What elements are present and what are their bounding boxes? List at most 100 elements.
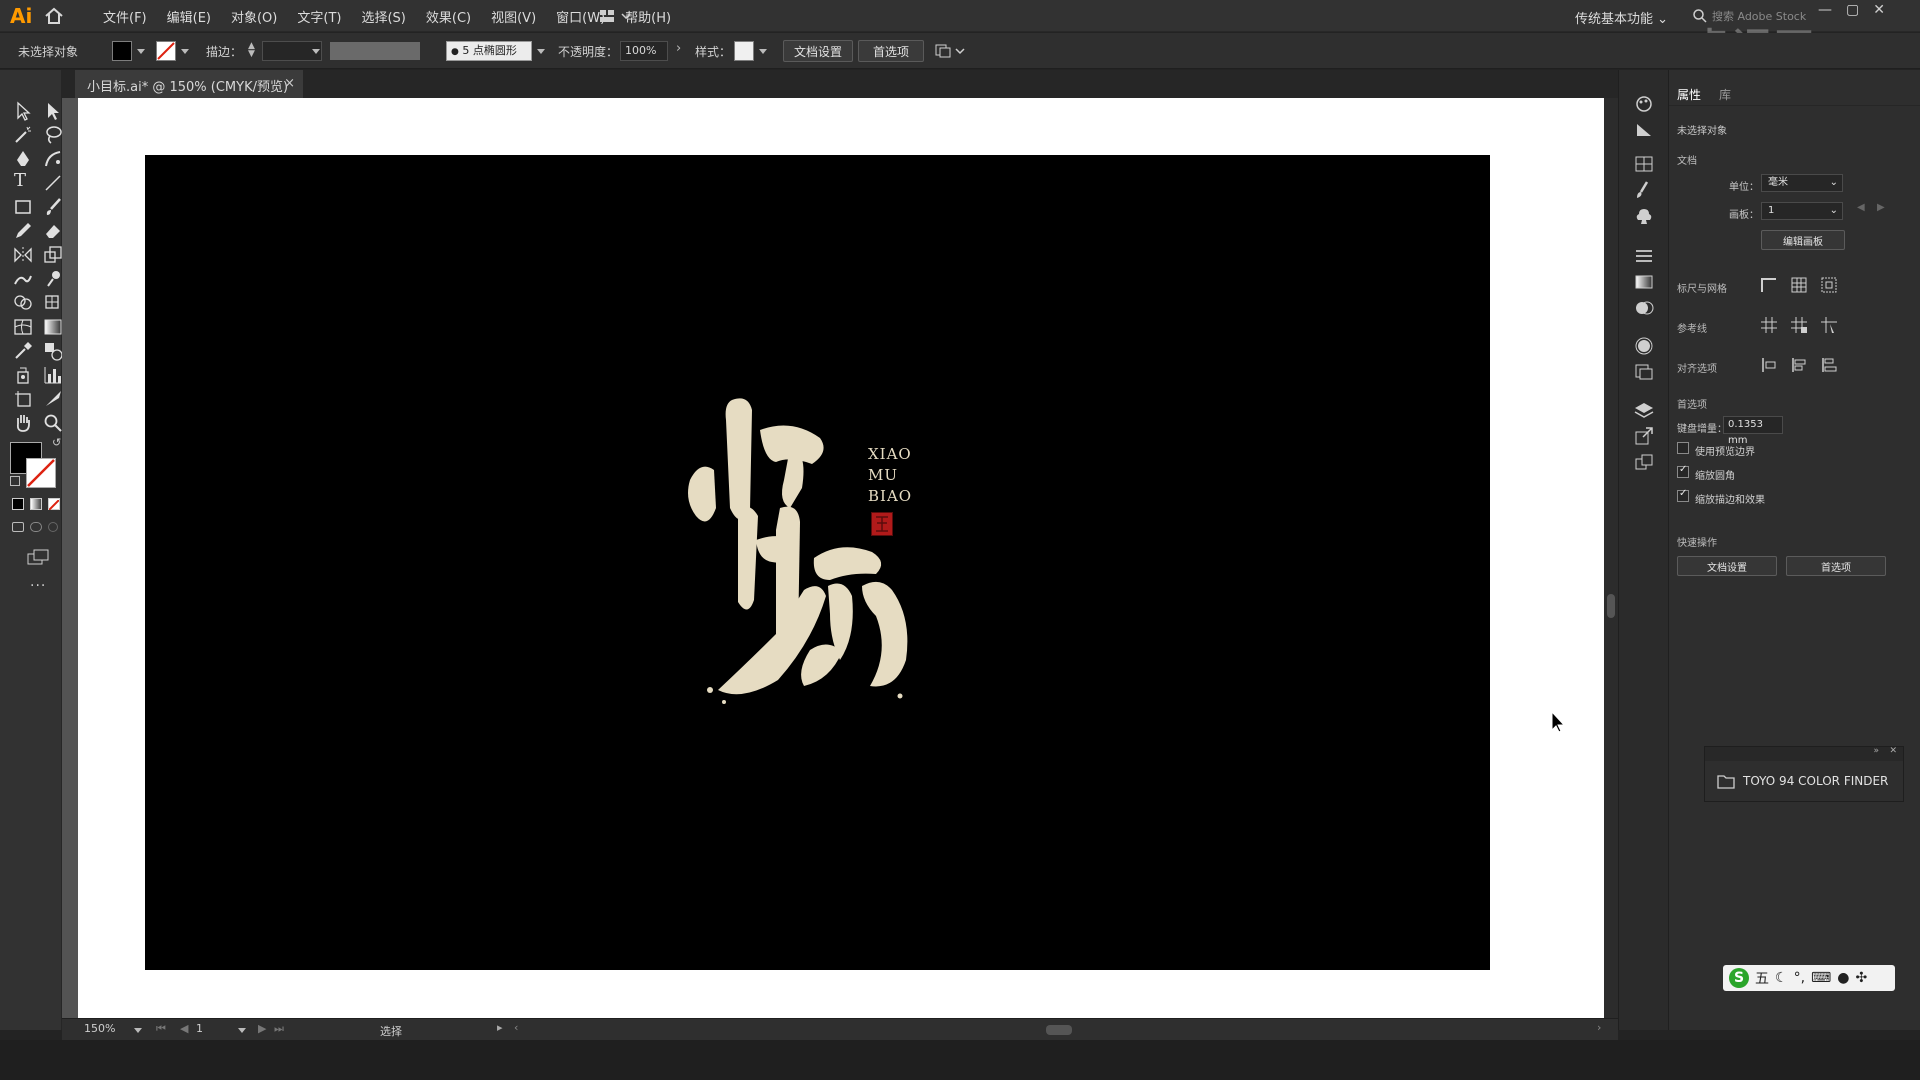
document-setup-button[interactable]: 文档设置 (783, 40, 853, 62)
stroke-color-box[interactable] (26, 458, 56, 488)
arrange-documents-icon[interactable] (598, 8, 634, 24)
scale-strokes-effects-checkbox[interactable] (1677, 488, 1689, 502)
draw-inside-icon[interactable] (48, 522, 58, 532)
floating-panel-header[interactable]: » ✕ (1705, 746, 1903, 761)
collapse-panel-icon[interactable]: » (1873, 746, 1879, 756)
paintbrush-tool-icon[interactable] (42, 196, 64, 218)
punctuation-icon[interactable]: °, (1794, 970, 1805, 986)
maximize-button[interactable]: ▢ (1846, 2, 1859, 18)
menu-file[interactable]: 文件(F) (93, 7, 157, 26)
rulers-icon[interactable] (1759, 276, 1779, 294)
edit-artboards-button[interactable]: 编辑画板 (1761, 230, 1845, 250)
grid-icon[interactable] (1789, 276, 1809, 294)
direct-selection-tool-icon[interactable] (42, 100, 64, 122)
vertical-scrollbar[interactable] (1604, 98, 1618, 1018)
stroke-swatch[interactable] (156, 41, 176, 61)
menu-view[interactable]: 视图(V) (481, 7, 546, 26)
current-tool-status[interactable]: 选择 (380, 1023, 402, 1039)
close-tab-icon[interactable]: × (284, 76, 295, 91)
symbol-sprayer-tool-icon[interactable] (12, 364, 34, 386)
type-tool-icon[interactable]: T (14, 170, 36, 192)
align-left-icon[interactable] (1789, 356, 1809, 374)
edit-toolbar-icon[interactable]: ··· (30, 578, 46, 594)
color-guide-icon[interactable] (1633, 120, 1655, 140)
eyedropper-tool-icon[interactable] (12, 340, 34, 362)
color-panel-icon[interactable] (1633, 94, 1655, 114)
arrange-icon[interactable] (934, 43, 968, 59)
mesh-tool-icon[interactable] (12, 316, 34, 338)
transparency-grid-icon[interactable] (1819, 276, 1839, 294)
close-window-button[interactable]: ✕ (1873, 2, 1885, 18)
curvature-tool-icon[interactable] (42, 148, 64, 170)
quick-document-setup-button[interactable]: 文档设置 (1677, 556, 1777, 576)
graphic-styles-icon[interactable] (1633, 362, 1655, 382)
quick-preferences-button[interactable]: 首选项 (1786, 556, 1886, 576)
smart-guides-icon[interactable] (1819, 316, 1839, 334)
eraser-tool-icon[interactable] (42, 220, 64, 242)
previous-artboard-button[interactable]: ◀ (180, 1022, 188, 1035)
reflect-tool-icon[interactable] (12, 244, 34, 266)
menu-edit[interactable]: 编辑(E) (157, 7, 221, 26)
last-artboard-button[interactable]: ⏭ (274, 1022, 284, 1036)
menu-object[interactable]: 对象(O) (221, 7, 287, 26)
workspace-switcher[interactable]: 传统基本功能 ⌄ (1575, 8, 1668, 27)
artboard-number[interactable]: 1 (196, 1022, 203, 1035)
screen-mode-icon[interactable] (26, 548, 50, 566)
color-finder-label[interactable]: TOYO 94 COLOR FINDER (1743, 774, 1888, 788)
gradient-mode-icon[interactable] (30, 498, 42, 510)
hand-tool-icon[interactable] (12, 412, 34, 434)
use-preview-bounds-checkbox[interactable] (1677, 442, 1689, 454)
blend-tool-icon[interactable] (42, 340, 64, 362)
selection-tool-icon[interactable] (12, 100, 34, 122)
scale-corners-checkbox[interactable] (1677, 464, 1689, 478)
draw-normal-icon[interactable] (12, 522, 24, 532)
chevron-down-icon[interactable] (181, 49, 189, 54)
stroke-panel-icon[interactable] (1633, 246, 1655, 266)
chevron-down-icon[interactable] (759, 49, 767, 54)
preferences-button[interactable]: 首选项 (858, 40, 924, 62)
puppet-warp-tool-icon[interactable] (42, 268, 64, 290)
input-method-bar[interactable]: S 五 ☾ °, ⌨ ● ✣ (1723, 965, 1895, 991)
vertical-scroll-thumb[interactable] (1607, 594, 1615, 618)
column-graph-tool-icon[interactable] (42, 364, 64, 386)
symbols-icon[interactable] (1633, 206, 1655, 226)
tab-libraries[interactable]: 库 (1719, 86, 1731, 103)
black-background-rectangle[interactable]: XIAO MU BIAO (145, 155, 1490, 970)
align-to-pixel-icon[interactable] (1759, 356, 1779, 374)
layers-icon[interactable] (1633, 400, 1655, 420)
next-artboard-button[interactable]: ▶ (258, 1022, 266, 1035)
keyboard-icon[interactable]: ⌨ (1811, 970, 1831, 986)
artboard-tool-icon[interactable] (12, 388, 34, 410)
pencil-tool-icon[interactable] (12, 220, 34, 242)
chevron-down-icon[interactable] (238, 1028, 246, 1033)
rectangle-tool-icon[interactable] (12, 196, 34, 218)
shape-builder-tool-icon[interactable] (12, 292, 34, 314)
stroke-stepper[interactable]: ▲ ▼ (248, 42, 258, 60)
distribute-icon[interactable] (1819, 356, 1839, 374)
keyboard-increment-input[interactable]: 0.1353 mm (1723, 416, 1783, 446)
fill-swatch[interactable] (112, 41, 132, 61)
status-menu-arrow[interactable]: ▸ (497, 1021, 503, 1034)
variable-width-profile[interactable] (330, 42, 420, 60)
color-mode-icon[interactable] (12, 498, 24, 510)
graphic-style-swatch[interactable] (734, 41, 754, 61)
artboards-panel-icon[interactable] (1633, 452, 1655, 472)
close-panel-icon[interactable]: ✕ (1889, 746, 1897, 756)
chevron-down-icon[interactable] (537, 49, 545, 54)
lock-guides-icon[interactable] (1789, 316, 1809, 334)
scroll-left-arrow[interactable]: ‹ (514, 1021, 518, 1034)
appearance-panel-icon[interactable] (1633, 336, 1655, 356)
chevron-down-icon[interactable] (134, 1028, 142, 1033)
units-select[interactable]: 毫米 ⌄ (1761, 174, 1843, 192)
transparency-panel-icon[interactable] (1633, 298, 1655, 318)
menu-select[interactable]: 选择(S) (351, 7, 415, 26)
first-artboard-button[interactable]: ⏮ (156, 1022, 166, 1036)
lasso-tool-icon[interactable] (42, 124, 64, 146)
none-mode-icon[interactable] (48, 498, 60, 511)
show-guides-icon[interactable] (1759, 316, 1779, 334)
calligraphy-artwork[interactable] (680, 390, 920, 740)
default-colors-icon[interactable] (10, 476, 20, 486)
live-paint-bucket-icon[interactable] (42, 292, 64, 314)
pen-tool-icon[interactable] (12, 148, 34, 170)
tab-properties[interactable]: 属性 (1677, 86, 1701, 103)
